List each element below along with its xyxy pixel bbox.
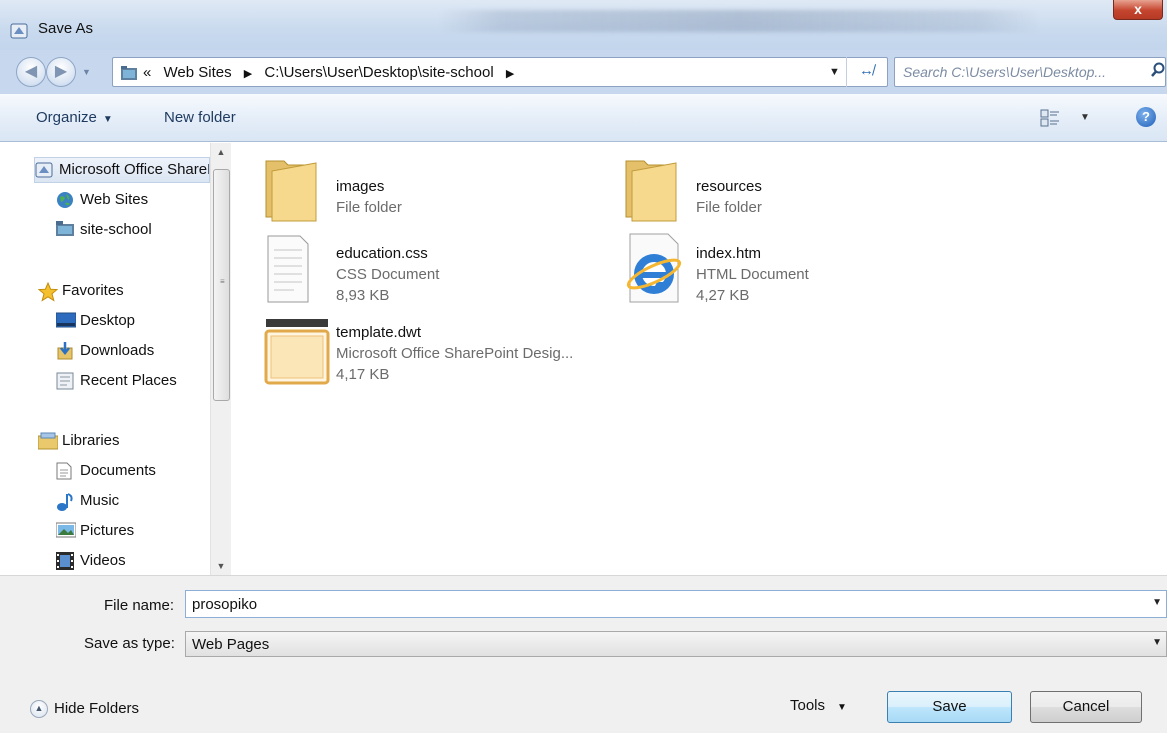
chevron-down-icon[interactable]: ▼ (1152, 637, 1162, 648)
file-name: images (336, 178, 385, 195)
star-icon (37, 281, 59, 302)
file-name-input[interactable]: prosopiko ▼ (185, 590, 1167, 618)
title-bar: Save As x (0, 0, 1167, 50)
music-icon (56, 492, 74, 511)
nav-item-label: Libraries (62, 432, 120, 449)
recent-places-icon (56, 372, 74, 390)
scroll-up-icon[interactable]: ▲ (211, 143, 231, 161)
file-list: images File folder resources File folder… (232, 143, 1167, 575)
chevron-down-icon: ▼ (102, 114, 113, 125)
file-item-template-dwt[interactable]: template.dwt Microsoft Office SharePoint… (264, 297, 684, 387)
file-name-label: File name: (104, 597, 175, 614)
grip-icon: ≡ (220, 277, 225, 286)
breadcrumb: « Web Sites ▶ C:\Users\User\Desktop\site… (143, 64, 522, 81)
site-folder-icon (56, 221, 74, 239)
nav-item-label: Desktop (80, 312, 136, 329)
help-icon[interactable]: ? (1136, 107, 1156, 127)
nav-item-label: Documents (80, 462, 156, 479)
new-folder-button[interactable]: New folder (164, 109, 236, 126)
nav-item-label: Favorites (62, 282, 124, 299)
hide-folders-button[interactable]: ▲ Hide Folders (30, 700, 140, 719)
globe-icon (56, 191, 74, 209)
blurred-background-toolbar (440, 10, 1040, 32)
scroll-down-icon[interactable]: ▼ (211, 557, 231, 575)
breadcrumb-separator-icon[interactable]: ▶ (244, 68, 252, 80)
libraries-icon (37, 432, 59, 450)
nav-item-label: Microsoft Office SharePoint Designer Sit… (59, 161, 209, 178)
refresh-button[interactable]: ↮ (846, 57, 886, 87)
forward-button[interactable]: ▶ (46, 57, 76, 87)
save-as-type-label: Save as type: (84, 635, 175, 652)
file-item-resources[interactable]: resources File folder (624, 151, 924, 222)
save-as-type-value: Web Pages (192, 636, 270, 653)
back-button[interactable]: ◀ (16, 57, 46, 87)
desktop-icon (55, 312, 77, 330)
file-type: Microsoft Office SharePoint Desig... (336, 345, 574, 362)
folder-icon (624, 151, 678, 227)
file-size: 4,17 KB (336, 366, 390, 383)
address-bar[interactable]: « Web Sites ▶ C:\Users\User\Desktop\site… (112, 57, 888, 87)
breadcrumb-separator-icon[interactable]: ▶ (506, 68, 514, 80)
file-name: index.htm (696, 245, 762, 262)
downloads-icon (56, 342, 74, 360)
file-name: resources (696, 178, 762, 195)
search-icon[interactable] (1151, 62, 1165, 82)
sharepoint-icon (35, 161, 53, 179)
folder-icon (264, 151, 318, 227)
command-bar: Organize ▼ New folder ▼ ? (0, 94, 1167, 142)
file-size: 4,27 KB (696, 287, 750, 304)
organize-label: Organize (36, 109, 97, 126)
documents-icon (56, 462, 74, 480)
cancel-button[interactable]: Cancel (1030, 691, 1142, 723)
nav-item-label: Downloads (80, 342, 155, 359)
nav-item-sharepoint-sites[interactable]: Microsoft Office SharePoint Designer Sit… (34, 157, 210, 183)
search-box[interactable]: Search C:\Users\User\Desktop... (894, 57, 1166, 87)
save-form: File name: prosopiko ▼ Save as type: Web… (0, 575, 1167, 733)
view-options-dropdown[interactable]: ▼ (1080, 112, 1090, 123)
file-item-education-css[interactable]: education.css CSS Document 8,93 KB (264, 218, 564, 304)
nav-item-label: Web Sites (80, 191, 149, 208)
file-name-dropdown-icon[interactable]: ▼ (1152, 597, 1162, 608)
recent-pages-dropdown[interactable]: ▼ (82, 67, 91, 77)
sharepoint-designer-icon (10, 22, 28, 44)
tools-button[interactable]: Tools ▼ (790, 697, 847, 714)
breadcrumb-web-sites[interactable]: Web Sites (164, 64, 232, 81)
file-name: education.css (336, 245, 428, 262)
file-name: template.dwt (336, 324, 422, 341)
chevron-down-icon: ▼ (837, 702, 847, 713)
save-button[interactable]: Save (887, 691, 1012, 723)
close-button[interactable]: x (1113, 0, 1163, 20)
pictures-icon (55, 522, 77, 540)
file-name-value: prosopiko (192, 596, 258, 613)
file-type: File folder (336, 199, 402, 216)
file-item-index-htm[interactable]: index.htm HTML Document 4,27 KB (624, 218, 924, 304)
navigation-pane: Microsoft Office SharePoint Designer Sit… (0, 143, 232, 575)
scrollbar-thumb[interactable]: ≡ (213, 169, 230, 401)
change-view-icon[interactable] (1040, 109, 1060, 131)
address-row: ◀ ▶ ▼ « Web Sites ▶ C:\Users\User\Deskto… (0, 50, 1167, 94)
collapse-arrow-icon: ▲ (30, 700, 48, 719)
nav-item-label: Pictures (80, 522, 135, 539)
breadcrumb-overflow[interactable]: « (143, 64, 151, 81)
file-type: HTML Document (696, 266, 809, 283)
site-folder-icon (121, 66, 137, 84)
nav-item-label: Videos (80, 552, 126, 569)
organize-button[interactable]: Organize ▼ (36, 109, 113, 126)
navigation-scrollbar[interactable]: ▲ ≡ ▼ (210, 143, 231, 575)
nav-item-label: Recent Places (80, 372, 177, 389)
tools-label: Tools (790, 697, 826, 714)
nav-item-label: Music (80, 492, 120, 509)
template-icon (264, 317, 330, 393)
window-title: Save As (38, 20, 94, 37)
search-placeholder: Search C:\Users\User\Desktop... (903, 64, 1107, 80)
file-item-images[interactable]: images File folder (264, 151, 564, 222)
hide-folders-label: Hide Folders (54, 700, 140, 717)
save-as-type-select[interactable]: Web Pages ▼ (185, 631, 1167, 657)
nav-item-label: site-school (80, 221, 152, 238)
address-dropdown-icon[interactable]: ▼ (829, 66, 840, 78)
file-type: File folder (696, 199, 762, 216)
file-type: CSS Document (336, 266, 440, 283)
breadcrumb-site-school[interactable]: C:\Users\User\Desktop\site-school (264, 64, 493, 81)
videos-icon (56, 552, 74, 570)
